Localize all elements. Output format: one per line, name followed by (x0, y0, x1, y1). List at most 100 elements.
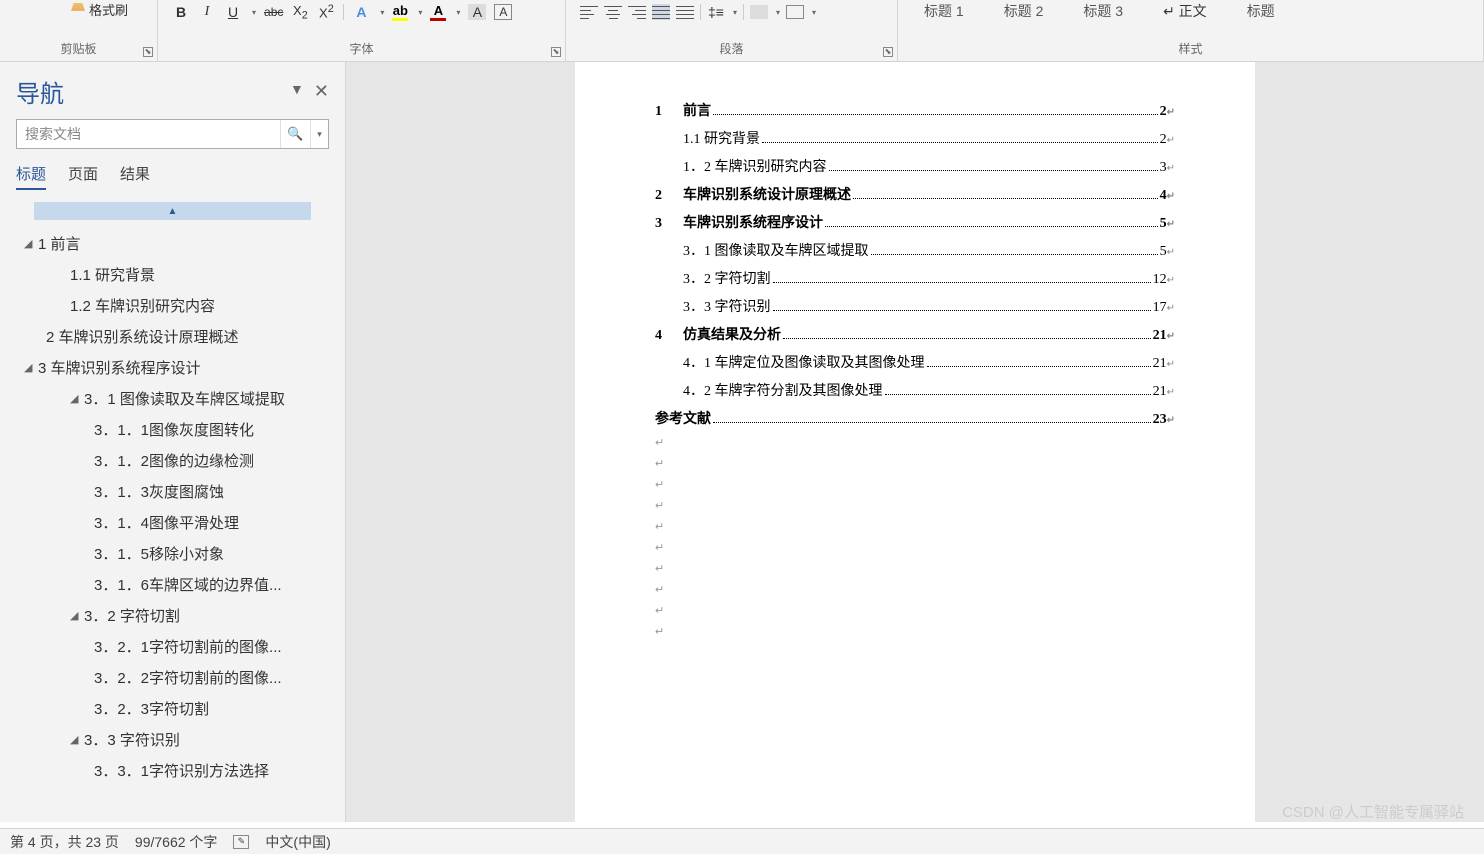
toc-text: 前言 (683, 100, 711, 120)
tree-item[interactable]: 3．1．5移除小对象 (14, 538, 331, 569)
tree-item[interactable]: ◢3．3 字符识别 (14, 724, 331, 755)
tree-item[interactable]: 3．1．2图像的边缘检测 (14, 445, 331, 476)
ribbon-group-font: B I U▾ abc X2 X2 A▾ ab▾ A▾ A A 字体 ⬊ (158, 0, 566, 61)
align-left-button[interactable] (580, 4, 598, 20)
search-button[interactable]: 🔍 (280, 120, 310, 148)
tree-item[interactable]: 1.2 车牌识别研究内容 (14, 290, 331, 321)
align-justify-button[interactable] (652, 4, 670, 20)
style-heading1[interactable]: 标题 1 (924, 1, 964, 21)
toc-text: 3．1 图像读取及车牌区域提取 (683, 240, 869, 260)
tree-collapse-icon[interactable]: ◢ (70, 609, 84, 622)
nav-close-icon[interactable]: ✕ (314, 81, 329, 102)
tree-item[interactable]: 1.1 研究背景 (14, 259, 331, 290)
jump-to-top-bar[interactable]: ▲ (34, 202, 311, 220)
tree-collapse-icon[interactable]: ◢ (70, 733, 84, 746)
tree-item[interactable]: 3．2．2字符切割前的图像... (14, 662, 331, 693)
superscript-button[interactable]: X2 (317, 3, 335, 20)
tree-collapse-icon[interactable]: ◢ (70, 392, 84, 405)
tree-item-label: 3．1．1图像灰度图转化 (94, 419, 254, 440)
document-area[interactable]: 1前言2↵ 1.1 研究背景2↵ 1．2 车牌识别研究内容3↵ 2车牌识别系统设计原理… (346, 62, 1484, 822)
char-shading-button[interactable]: A (468, 4, 486, 20)
watermark: CSDN @人工智能专属驿站 (1282, 801, 1464, 822)
style-title[interactable]: 标题 (1247, 1, 1275, 21)
underline-dropdown[interactable]: ▾ (252, 8, 256, 17)
underline-button[interactable]: U (224, 4, 242, 20)
toc-entry[interactable]: 4．2 车牌字符分割及其图像处理21↵ (655, 380, 1175, 400)
subscript-button[interactable]: X2 (291, 3, 309, 22)
toc-entry[interactable]: 1．2 车牌识别研究内容3↵ (655, 156, 1175, 176)
tab-pages[interactable]: 页面 (68, 163, 98, 190)
toc-entry[interactable]: 1前言2↵ (655, 100, 1175, 120)
toc-entry[interactable]: 1.1 研究背景2↵ (655, 128, 1175, 148)
tree-item-label: 3．2．3字符切割 (94, 698, 209, 719)
nav-pane-title: 导航 (16, 74, 64, 109)
nav-dropdown-icon[interactable]: ▼ (290, 81, 304, 102)
font-dialog-launcher[interactable]: ⬊ (551, 47, 561, 57)
word-count[interactable]: 99/7662 个字 (135, 832, 218, 852)
proofing-icon[interactable]: ✎ (233, 835, 249, 849)
tree-item-label: 1.1 研究背景 (70, 264, 155, 285)
tree-item[interactable]: 3．1．1图像灰度图转化 (14, 414, 331, 445)
tab-headings[interactable]: 标题 (16, 163, 46, 190)
toc-page-num: 23 (1153, 412, 1167, 428)
tree-item[interactable]: 2 车牌识别系统设计原理概述 (14, 321, 331, 352)
tree-collapse-icon[interactable]: ◢ (24, 361, 38, 374)
tree-item[interactable]: ◢3．1 图像读取及车牌区域提取 (14, 383, 331, 414)
style-heading2[interactable]: 标题 2 (1004, 1, 1044, 21)
tree-item-label: 3 车牌识别系统程序设计 (38, 357, 201, 378)
style-heading3[interactable]: 标题 3 (1083, 1, 1123, 21)
align-right-button[interactable] (628, 4, 646, 20)
tree-item[interactable]: 3．1．3灰度图腐蚀 (14, 476, 331, 507)
clipboard-dialog-launcher[interactable]: ⬊ (143, 47, 153, 57)
toc-page-num: 17 (1153, 300, 1167, 316)
tree-collapse-icon[interactable]: ◢ (24, 237, 38, 250)
tree-item-label: 3．1．2图像的边缘检测 (94, 450, 254, 471)
tree-item-label: 3．2 字符切割 (84, 605, 180, 626)
document-page[interactable]: 1前言2↵ 1.1 研究背景2↵ 1．2 车牌识别研究内容3↵ 2车牌识别系统设计原理… (575, 62, 1255, 822)
align-distributed-button[interactable] (676, 4, 694, 20)
nav-tree: ◢1 前言1.1 研究背景1.2 车牌识别研究内容2 车牌识别系统设计原理概述◢… (6, 228, 339, 822)
borders-button[interactable] (786, 5, 804, 19)
toc-entry[interactable]: 3车牌识别系统程序设计5↵ (655, 212, 1175, 232)
tree-item[interactable]: 3．3．1字符识别方法选择 (14, 755, 331, 786)
toc-text: 1.1 研究背景 (683, 128, 760, 148)
shading-button[interactable] (750, 5, 768, 19)
toc-entry[interactable]: 参考文献23↵ (655, 408, 1175, 428)
char-border-button[interactable]: A (494, 4, 512, 20)
style-normal[interactable]: ↵ 正文 (1163, 1, 1207, 21)
tree-item[interactable]: ◢3．2 字符切割 (14, 600, 331, 631)
tree-item-label: 3．1．3灰度图腐蚀 (94, 481, 224, 502)
format-painter-button[interactable]: 格式刷 (71, 0, 151, 19)
search-options-dropdown[interactable]: ▾ (310, 120, 328, 148)
style-gallery: 标题 1 标题 2 标题 3 ↵ 正文 标题 (904, 0, 1477, 22)
tab-results[interactable]: 结果 (120, 163, 150, 190)
tree-item[interactable]: 3．1．4图像平滑处理 (14, 507, 331, 538)
toc-entry[interactable]: 4．1 车牌定位及图像读取及其图像处理21↵ (655, 352, 1175, 372)
font-color-button[interactable]: A (430, 3, 446, 21)
toc-entry[interactable]: 3．3 字符识别17↵ (655, 296, 1175, 316)
toc-entry[interactable]: 3．1 图像读取及车牌区域提取5↵ (655, 240, 1175, 260)
toc-entry[interactable]: 3．2 字符切割12↵ (655, 268, 1175, 288)
toc-entry[interactable]: 4仿真结果及分析21↵ (655, 324, 1175, 344)
tree-item[interactable]: 3．2．1字符切割前的图像... (14, 631, 331, 662)
paragraph-dialog-launcher[interactable]: ⬊ (883, 47, 893, 57)
page-status[interactable]: 第 4 页，共 23 页 (10, 832, 119, 852)
tree-item[interactable]: ◢3 车牌识别系统程序设计 (14, 352, 331, 383)
align-center-button[interactable] (604, 4, 622, 20)
line-spacing-button[interactable]: ‡≡ (707, 4, 725, 20)
tree-item[interactable]: 3．2．3字符切割 (14, 693, 331, 724)
italic-button[interactable]: I (198, 4, 216, 20)
highlight-button[interactable]: ab (392, 3, 408, 21)
language-status[interactable]: 中文(中国) (265, 832, 330, 852)
toc-entry[interactable]: 2车牌识别系统设计原理概述4↵ (655, 184, 1175, 204)
strikethrough-button[interactable]: abc (264, 5, 283, 19)
toc-text: 4．2 车牌字符分割及其图像处理 (683, 380, 883, 400)
search-input[interactable] (17, 120, 280, 148)
bold-button[interactable]: B (172, 4, 190, 20)
text-effects-button[interactable]: A (352, 4, 370, 20)
tree-item-label: 1 前言 (38, 233, 81, 254)
tree-item[interactable]: 3．1．6车牌区域的边界值... (14, 569, 331, 600)
tree-item[interactable]: ◢1 前言 (14, 228, 331, 259)
toc-text: 车牌识别系统程序设计 (683, 212, 823, 232)
tree-item-label: 3．1．6车牌区域的边界值... (94, 574, 282, 595)
